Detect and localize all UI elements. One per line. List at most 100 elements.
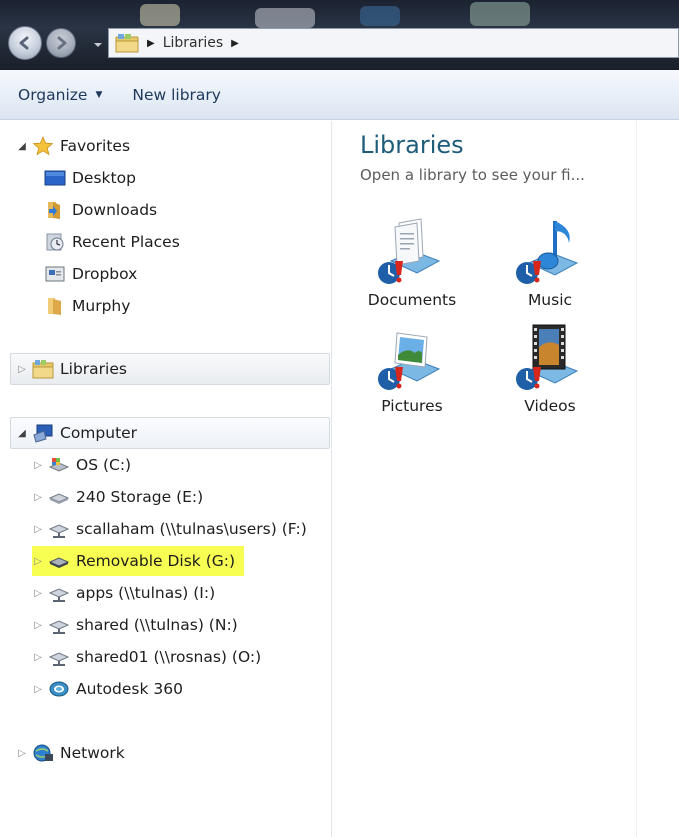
address-bar[interactable]: ▶ Libraries ▶ bbox=[108, 28, 679, 58]
library-label: Documents bbox=[367, 291, 457, 309]
arrow-left-icon bbox=[19, 36, 29, 50]
network-drive-icon bbox=[48, 647, 70, 667]
documents-library-icon bbox=[377, 217, 447, 289]
nav-item-label: Dropbox bbox=[72, 265, 138, 283]
organize-label: Organize bbox=[18, 85, 88, 104]
collapsed-triangle-icon[interactable]: ▷ bbox=[32, 460, 44, 471]
background-thumbnail bbox=[140, 4, 180, 26]
collapsed-triangle-icon[interactable]: ▷ bbox=[32, 524, 44, 535]
collapsed-triangle-icon[interactable]: ▷ bbox=[32, 684, 44, 695]
nav-drive-label: shared01 (\\rosnas) (O:) bbox=[76, 648, 262, 666]
downloads-folder-icon bbox=[44, 200, 66, 220]
pictures-library-icon bbox=[377, 323, 447, 395]
nav-drive-label: Removable Disk (G:) bbox=[76, 552, 236, 570]
nav-drive-label: scallaham (\\tulnas\users) (F:) bbox=[76, 520, 307, 538]
nav-drive-label: apps (\\tulnas) (I:) bbox=[76, 584, 216, 602]
nav-libraries[interactable]: ▷ Libraries bbox=[16, 354, 127, 384]
collapsed-triangle-icon[interactable]: ▷ bbox=[32, 492, 44, 503]
nav-item-dropbox[interactable]: Dropbox bbox=[40, 259, 137, 289]
nav-network-label: Network bbox=[60, 744, 125, 762]
nav-item-label: Autodesk 360 bbox=[76, 680, 183, 698]
forward-button[interactable] bbox=[46, 28, 76, 58]
collapsed-triangle-icon[interactable]: ▷ bbox=[32, 588, 44, 599]
library-label: Music bbox=[527, 291, 573, 309]
nav-drive-label: OS (C:) bbox=[76, 456, 132, 474]
network-drive-icon bbox=[48, 583, 70, 603]
libraries-icon bbox=[115, 34, 139, 53]
nav-autodesk-360[interactable]: ▷ Autodesk 360 bbox=[32, 674, 183, 704]
page-title: Libraries bbox=[360, 131, 464, 159]
nav-drive-f[interactable]: ▷ scallaham (\\tulnas\users) (F:) bbox=[32, 514, 307, 544]
expanded-triangle-icon[interactable]: ◢ bbox=[16, 141, 28, 152]
videos-library-icon bbox=[515, 323, 585, 395]
nav-favorites-label: Favorites bbox=[60, 137, 131, 155]
nav-drive-e[interactable]: ▷ 240 Storage (E:) bbox=[32, 482, 203, 512]
library-videos[interactable]: Videos bbox=[495, 323, 605, 415]
nav-drive-g[interactable]: ▷ Removable Disk (G:) bbox=[32, 546, 244, 576]
libraries-icon bbox=[32, 359, 54, 379]
computer-icon bbox=[32, 423, 54, 443]
nav-drive-i[interactable]: ▷ apps (\\tulnas) (I:) bbox=[32, 578, 215, 608]
nav-drive-c[interactable]: ▷ OS (C:) bbox=[32, 450, 131, 480]
nav-favorites[interactable]: ◢ Favorites bbox=[16, 131, 130, 161]
recent-places-icon bbox=[44, 232, 66, 252]
star-icon bbox=[32, 136, 54, 156]
breadcrumb-separator-icon[interactable]: ▶ bbox=[147, 38, 155, 49]
nav-computer[interactable]: ◢ Computer bbox=[16, 418, 137, 448]
nav-computer-label: Computer bbox=[60, 424, 138, 442]
background-thumbnail bbox=[360, 6, 400, 26]
page-subtitle: Open a library to see your fi... bbox=[360, 166, 585, 184]
hard-drive-icon bbox=[48, 487, 70, 507]
breadcrumb-separator-icon[interactable]: ▶ bbox=[231, 38, 239, 49]
nav-item-label: Recent Places bbox=[72, 233, 180, 251]
nav-libraries-label: Libraries bbox=[60, 360, 127, 378]
dropdown-caret-icon: ▼ bbox=[95, 89, 103, 100]
recent-pages-dropdown-icon[interactable] bbox=[93, 40, 103, 50]
command-bar: Organize ▼ New library bbox=[0, 70, 679, 120]
library-label: Pictures bbox=[381, 397, 443, 415]
nav-drive-label: shared (\\tulnas) (N:) bbox=[76, 616, 238, 634]
nav-item-label: Downloads bbox=[72, 201, 158, 219]
nav-drive-label: 240 Storage (E:) bbox=[76, 488, 204, 506]
nav-item-murphy[interactable]: Murphy bbox=[40, 291, 130, 321]
nav-item-downloads[interactable]: Downloads bbox=[40, 195, 157, 225]
dropbox-icon bbox=[44, 264, 66, 284]
library-documents[interactable]: Documents bbox=[357, 217, 467, 309]
new-library-button[interactable]: New library bbox=[132, 86, 221, 104]
music-library-icon bbox=[515, 217, 585, 289]
network-drive-icon bbox=[48, 519, 70, 539]
nav-drive-n[interactable]: ▷ shared (\\tulnas) (N:) bbox=[32, 610, 238, 640]
library-pictures[interactable]: Pictures bbox=[357, 323, 467, 415]
organize-menu-button[interactable]: Organize ▼ bbox=[18, 86, 102, 104]
content-divider bbox=[636, 121, 637, 837]
nav-item-recent-places[interactable]: Recent Places bbox=[40, 227, 180, 257]
breadcrumb-libraries[interactable]: Libraries bbox=[163, 35, 223, 51]
autodesk-360-icon bbox=[48, 679, 70, 699]
collapsed-triangle-icon[interactable]: ▷ bbox=[32, 652, 44, 663]
content-pane: Libraries Open a library to see your fi.… bbox=[333, 121, 679, 837]
window-title-bar: ▶ Libraries ▶ bbox=[0, 0, 679, 70]
collapsed-triangle-icon[interactable]: ▷ bbox=[32, 556, 44, 567]
removable-disk-icon bbox=[48, 551, 70, 571]
expanded-triangle-icon[interactable]: ◢ bbox=[16, 428, 28, 439]
nav-network[interactable]: ▷ Network bbox=[16, 738, 125, 768]
back-button[interactable] bbox=[8, 26, 42, 60]
desktop-icon bbox=[44, 168, 66, 188]
background-thumbnail bbox=[470, 2, 530, 26]
background-thumbnail bbox=[255, 8, 315, 28]
collapsed-triangle-icon[interactable]: ▷ bbox=[32, 620, 44, 631]
network-icon bbox=[32, 743, 54, 763]
collapsed-triangle-icon[interactable]: ▷ bbox=[16, 364, 28, 375]
folder-icon bbox=[44, 296, 66, 316]
nav-item-label: Murphy bbox=[72, 297, 131, 315]
navigation-pane: ◢ Favorites Desktop Downloads Recent Pla… bbox=[0, 121, 332, 837]
os-drive-icon bbox=[48, 455, 70, 475]
library-music[interactable]: Music bbox=[495, 217, 605, 309]
nav-drive-o[interactable]: ▷ shared01 (\\rosnas) (O:) bbox=[32, 642, 261, 672]
arrow-right-icon bbox=[57, 36, 67, 50]
collapsed-triangle-icon[interactable]: ▷ bbox=[16, 748, 28, 759]
new-library-label: New library bbox=[132, 85, 221, 104]
library-label: Videos bbox=[524, 397, 576, 415]
network-drive-icon bbox=[48, 615, 70, 635]
nav-item-desktop[interactable]: Desktop bbox=[40, 163, 136, 193]
